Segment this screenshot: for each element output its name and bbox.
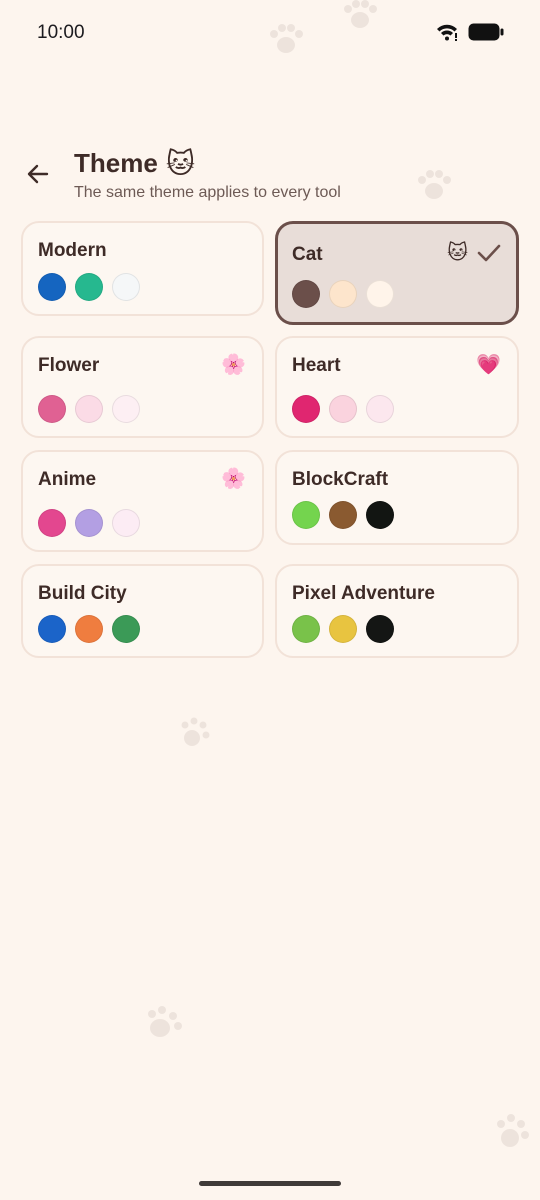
theme-card-blockcraft[interactable]: BlockCraft (275, 450, 519, 545)
theme-card-flower[interactable]: Flower 🌸 (21, 336, 264, 438)
color-swatches (38, 615, 140, 643)
theme-name: Heart (292, 355, 341, 376)
color-swatch (112, 395, 140, 423)
paw-print-icon (144, 1006, 188, 1042)
theme-name: Modern (38, 240, 107, 261)
page-title: Theme (74, 148, 158, 178)
color-swatch (75, 395, 103, 423)
arrow-back-icon (27, 164, 49, 184)
color-swatch (292, 501, 320, 529)
cherry-blossom-icon: 🌸 (221, 354, 246, 376)
cherry-blossom-icon: 🌸 (221, 468, 246, 490)
theme-name: BlockCraft (292, 469, 389, 490)
color-swatch (329, 280, 357, 308)
paw-print-icon (494, 1112, 534, 1152)
theme-name: Pixel Adventure (292, 583, 435, 604)
heart-icon: 💗 (476, 354, 501, 376)
cat-face-icon: 🐱 (165, 147, 196, 179)
color-swatch (366, 615, 394, 643)
color-swatch (38, 615, 66, 643)
theme-card-modern[interactable]: Modern (21, 221, 264, 316)
color-swatch (329, 395, 357, 423)
status-time: 10:00 (37, 22, 85, 43)
color-swatch (329, 615, 357, 643)
color-swatch (38, 509, 66, 537)
theme-card-build-city[interactable]: Build City (21, 564, 264, 658)
color-swatches (292, 615, 394, 643)
theme-name: Build City (38, 583, 127, 604)
color-swatch (292, 280, 320, 308)
check-icon (476, 242, 502, 269)
color-swatch (112, 273, 140, 301)
color-swatch (112, 509, 140, 537)
title-row: Theme 🐱 (74, 148, 195, 179)
color-swatch (366, 501, 394, 529)
color-swatches (292, 395, 394, 423)
color-swatch (75, 273, 103, 301)
color-swatch (112, 615, 140, 643)
theme-card-pixel-adventure[interactable]: Pixel Adventure (275, 564, 519, 658)
color-swatch (329, 501, 357, 529)
status-icons (436, 23, 504, 46)
status-bar: 10:00 (0, 0, 540, 64)
color-swatch (75, 509, 103, 537)
wifi-icon (436, 23, 458, 46)
theme-name: Flower (38, 355, 100, 376)
color-swatch (366, 280, 394, 308)
color-swatch (75, 615, 103, 643)
color-swatch (38, 273, 66, 301)
header: Theme 🐱 The same theme applies to every … (0, 140, 540, 210)
color-swatch (292, 615, 320, 643)
color-swatches (292, 280, 394, 308)
color-swatches (292, 501, 394, 529)
color-swatches (38, 273, 140, 301)
page-subtitle: The same theme applies to every tool (74, 184, 341, 201)
color-swatches (38, 509, 140, 537)
theme-card-cat[interactable]: Cat 🐱 (275, 221, 519, 325)
battery-icon (468, 23, 504, 46)
back-button[interactable] (18, 154, 58, 194)
theme-name: Anime (38, 469, 97, 490)
color-swatches (38, 395, 140, 423)
theme-name: Cat (292, 244, 323, 265)
paw-print-icon (178, 716, 214, 750)
cat-face-icon: 🐱 (447, 242, 468, 264)
color-swatch (38, 395, 66, 423)
color-swatch (292, 395, 320, 423)
color-swatch (366, 395, 394, 423)
theme-card-anime[interactable]: Anime 🌸 (21, 450, 264, 552)
home-indicator[interactable] (199, 1181, 341, 1186)
theme-card-heart[interactable]: Heart 💗 (275, 336, 519, 438)
